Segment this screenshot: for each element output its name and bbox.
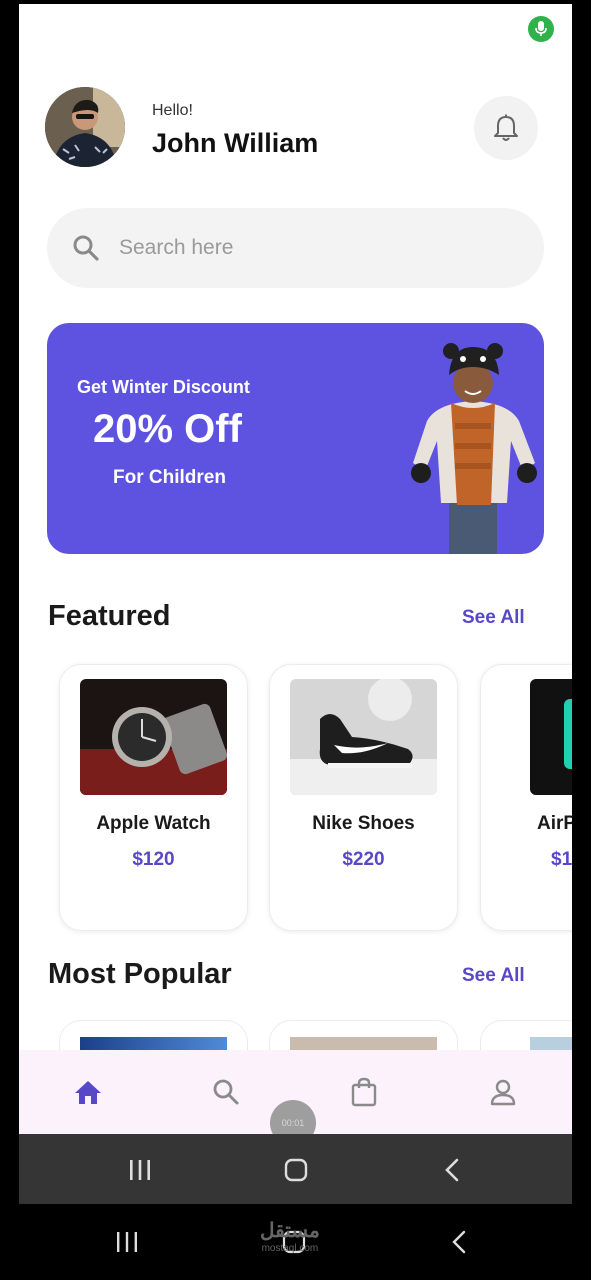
watermark-text: مستقل (260, 1220, 320, 1242)
watermark: مستقل mostaql.com (260, 1218, 320, 1254)
outer-recent-apps-button[interactable] (112, 1228, 142, 1256)
promo-subtitle: Get Winter Discount (77, 377, 250, 397)
outer-back-button[interactable] (444, 1228, 474, 1256)
microphone-indicator-icon (528, 16, 554, 42)
bell-icon (494, 114, 518, 141)
nav-search[interactable] (204, 1070, 248, 1114)
nav-home[interactable] (66, 1070, 110, 1114)
promo-banner[interactable]: Get Winter Discount 20% Off For Children (47, 323, 544, 554)
promo-audience: For Children (113, 467, 226, 488)
search-input[interactable] (117, 235, 501, 261)
recent-apps-icon (130, 1160, 150, 1180)
featured-title: Featured (48, 600, 171, 632)
shopping-bag-icon (351, 1077, 377, 1107)
product-card-airpods[interactable]: AirP $1 (480, 664, 572, 931)
product-card-nike-shoes[interactable]: Nike Shoes $220 (269, 664, 458, 931)
app-screen: Hello! John William Get Winter Discount … (19, 4, 572, 1204)
home-icon (75, 1081, 101, 1104)
search-bar[interactable] (47, 208, 544, 288)
watermark-subtext: mostaql.com (261, 1243, 319, 1254)
child-model-image (411, 343, 537, 554)
airpods-image (530, 679, 572, 795)
back-icon (452, 1230, 466, 1254)
featured-see-all-link[interactable]: See All (462, 607, 525, 629)
promo-discount: 20% Off (93, 407, 242, 451)
home-button[interactable] (281, 1156, 311, 1184)
product-price: $1 (551, 849, 572, 870)
nike-shoes-image (290, 679, 437, 795)
back-button[interactable] (437, 1156, 467, 1184)
profile-icon (490, 1079, 516, 1106)
notifications-button[interactable] (474, 96, 538, 160)
recent-apps-icon (117, 1232, 137, 1252)
apple-watch-image (80, 679, 227, 795)
product-price: $220 (342, 849, 385, 870)
nav-profile[interactable] (481, 1070, 525, 1114)
nav-cart[interactable] (342, 1070, 386, 1114)
back-icon (445, 1158, 459, 1182)
avatar[interactable] (45, 87, 125, 167)
most-popular-see-all-link[interactable]: See All (462, 965, 525, 987)
user-name: John William (152, 128, 319, 158)
search-icon (213, 1079, 239, 1105)
product-name: Nike Shoes (312, 813, 415, 834)
most-popular-title: Most Popular (48, 958, 232, 990)
search-icon (73, 235, 99, 261)
product-price: $120 (132, 849, 175, 870)
recent-apps-button[interactable] (125, 1156, 155, 1184)
product-name: Apple Watch (96, 813, 211, 834)
product-card-apple-watch[interactable]: Apple Watch $120 (59, 664, 248, 931)
android-navigation-bar (19, 1134, 572, 1204)
greeting-text: Hello! (152, 102, 193, 119)
product-name: AirP (537, 813, 572, 834)
home-circle-icon (284, 1158, 308, 1182)
